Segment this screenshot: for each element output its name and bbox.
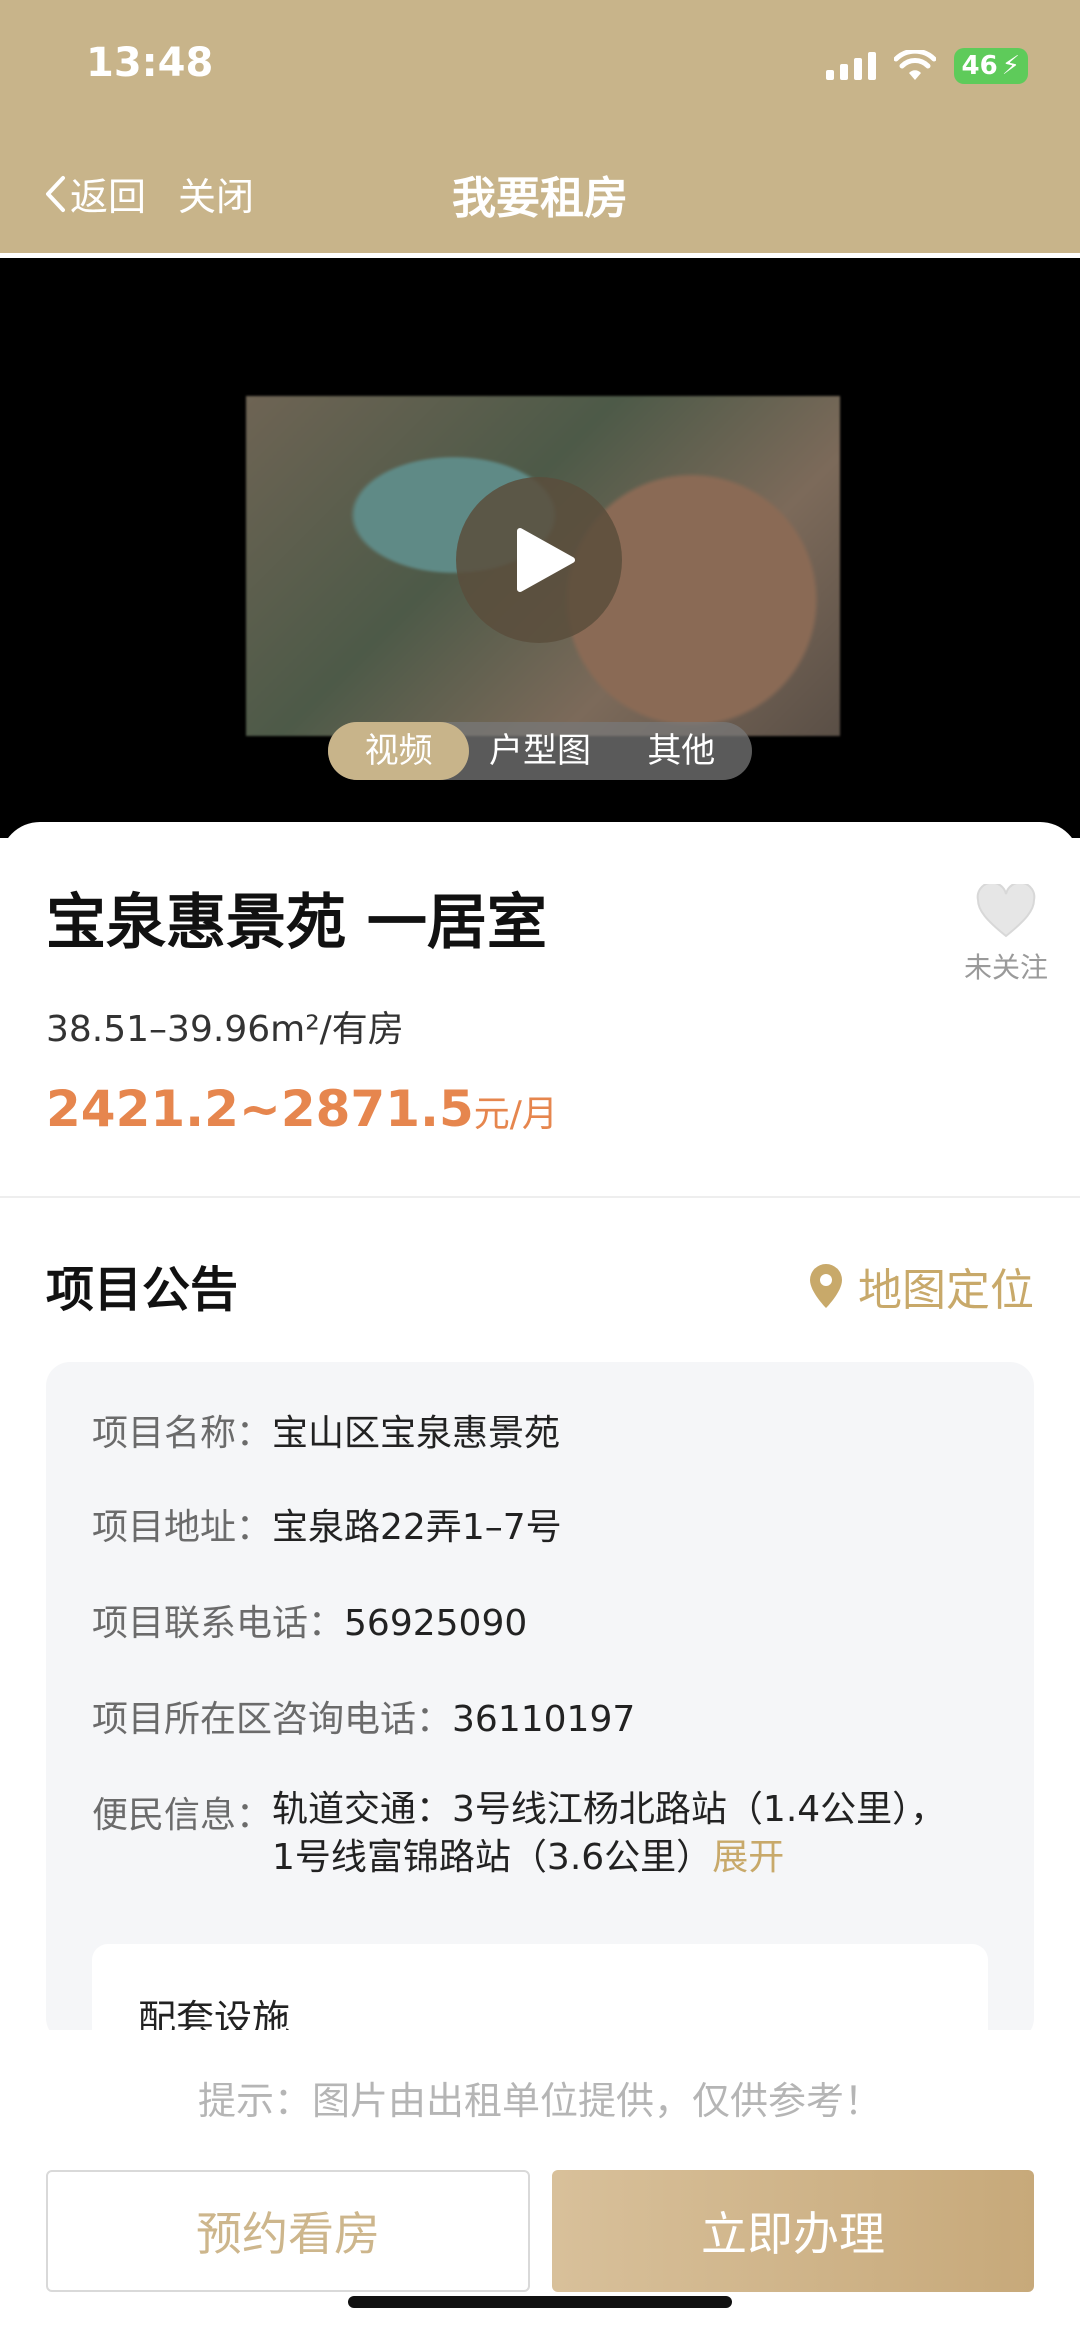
status-time: 13:48 [86, 40, 214, 86]
divider [0, 1196, 1080, 1198]
listing-area: 38.51–39.96m²/有房 [46, 1009, 404, 1050]
info-key: 项目名称： [92, 1413, 273, 1454]
location-pin-icon [810, 1264, 842, 1308]
expand-link[interactable]: 展开 [712, 1837, 784, 1878]
info-key: 项目所在区咨询电话： [92, 1699, 453, 1740]
play-button[interactable] [456, 477, 622, 643]
tab-floor-plan[interactable]: 户型图 [469, 722, 610, 780]
home-indicator[interactable] [348, 2296, 732, 2308]
header: 13:48 46 ⚡ 返回 关闭 我要租房 [0, 0, 1080, 253]
battery-level: 46 [961, 51, 998, 81]
info-value: 宝泉路22弄1–7号 [272, 1507, 562, 1548]
tab-other[interactable]: 其他 [611, 722, 752, 780]
project-notice: 项目名称：宝山区宝泉惠景苑 项目地址：宝泉路22弄1–7号 项目联系电话：569… [46, 1362, 1034, 2042]
listing-price: 2421.2~2871.5元/月 [46, 1080, 558, 1138]
signal-icon [825, 52, 876, 80]
info-row-name: 项目名称：宝山区宝泉惠景苑 [92, 1404, 560, 1456]
status-icons: 46 ⚡ [825, 48, 1028, 84]
media-tabs: 视频 户型图 其他 [328, 722, 752, 780]
price-unit: 元/月 [473, 1094, 558, 1135]
page-title: 我要租房 [452, 173, 628, 224]
info-row-convenience: 便民信息： 轨道交通：3号线江杨北路站（1.4公里），1号线富锦路站（3.6公里… [92, 1786, 962, 1882]
media-viewer: 视频 户型图 其他 [0, 258, 1080, 838]
wifi-icon [893, 50, 936, 80]
map-link-label: 地图定位 [858, 1265, 1034, 1316]
info-key: 便民信息： [92, 1795, 273, 1836]
map-location-link[interactable]: 地图定位 [808, 1254, 1034, 1318]
info-key: 项目联系电话： [92, 1603, 345, 1644]
facility-card: 配套设施 [92, 1944, 988, 2042]
charging-icon: ⚡ [1001, 51, 1020, 81]
battery-icon: 46 ⚡ [953, 48, 1028, 84]
play-icon [517, 528, 575, 592]
info-row-phone: 项目联系电话：56925090 [92, 1594, 527, 1646]
info-key: 项目地址： [92, 1507, 273, 1548]
info-value: 宝山区宝泉惠景苑 [272, 1413, 561, 1454]
reserve-viewing-button[interactable]: 预约看房 [46, 2170, 530, 2292]
listing-title: 宝泉惠景苑 一居室 [46, 888, 547, 958]
info-value-wrap: 轨道交通：3号线江杨北路站（1.4公里），1号线富锦路站（3.6公里）展开 [272, 1786, 962, 1882]
info-value[interactable]: 36110197 [452, 1699, 635, 1740]
info-row-district-phone: 项目所在区咨询电话：36110197 [92, 1690, 635, 1742]
info-value: 轨道交通：3号线江杨北路站（1.4公里），1号线富锦路站（3.6公里） [272, 1789, 947, 1878]
bottom-bar: 提示：图片由出租单位提供，仅供参考！ 预约看房 立即办理 [0, 2030, 1080, 2337]
listing-card: 宝泉惠景苑 一居室 未关注 38.51–39.96m²/有房 2421.2~28… [0, 822, 1080, 1202]
tab-video[interactable]: 视频 [328, 722, 470, 780]
favorite-label: 未关注 [964, 951, 1049, 984]
info-row-address: 项目地址：宝泉路22弄1–7号 [92, 1498, 562, 1550]
apply-now-button[interactable]: 立即办理 [552, 2170, 1034, 2292]
section-title: 项目公告 [46, 1262, 239, 1318]
price-value: 2421.2~2871.5 [46, 1080, 474, 1138]
tip-text: 提示：图片由出租单位提供，仅供参考！ [197, 2079, 882, 2123]
favorite-button[interactable]: 未关注 [964, 881, 1049, 986]
heart-icon [976, 881, 1036, 938]
info-value[interactable]: 56925090 [344, 1603, 527, 1644]
